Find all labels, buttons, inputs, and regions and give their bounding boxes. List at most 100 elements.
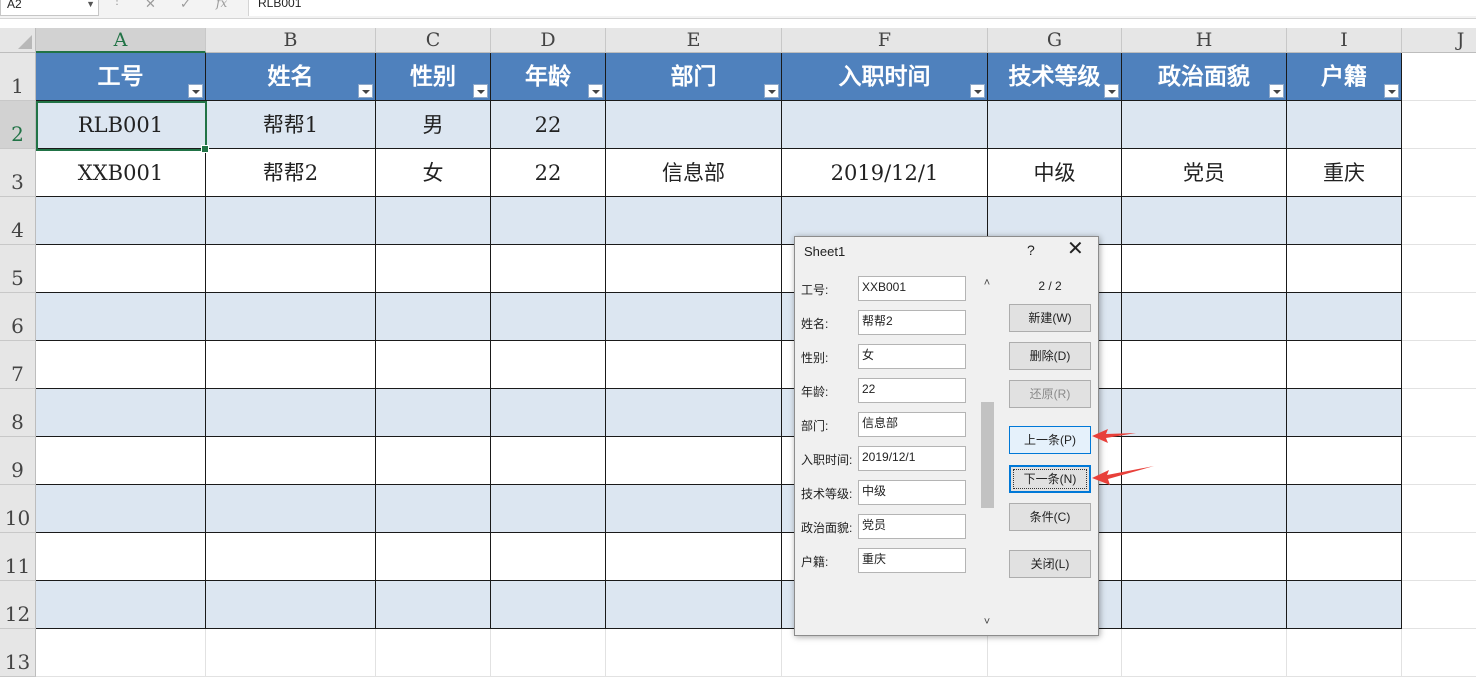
cell-j13[interactable]	[1402, 629, 1476, 677]
cell-c13[interactable]	[376, 629, 491, 677]
cell-f13[interactable]	[782, 629, 988, 677]
cell-h6[interactable]	[1122, 293, 1287, 341]
cell-e13[interactable]	[606, 629, 782, 677]
cell-b12[interactable]	[206, 581, 376, 629]
table-header-cell-d[interactable]: 年龄	[491, 53, 606, 101]
field-input[interactable]: 党员	[858, 514, 966, 539]
next-record-button[interactable]: 下一条(N)	[1009, 465, 1091, 493]
column-header-b[interactable]: B	[206, 28, 376, 53]
cell-h8[interactable]	[1122, 389, 1287, 437]
cell-i12[interactable]	[1287, 581, 1402, 629]
select-all-corner[interactable]	[0, 28, 36, 53]
cell-j3[interactable]	[1402, 149, 1476, 197]
cell-c3[interactable]: 女	[376, 149, 491, 197]
filter-dropdown-icon[interactable]	[970, 84, 985, 98]
cell-e8[interactable]	[606, 389, 782, 437]
cell-j4[interactable]	[1402, 197, 1476, 245]
row-header-10[interactable]: 10	[0, 485, 36, 533]
field-input[interactable]: 2019/12/1	[858, 446, 966, 471]
cell-d12[interactable]	[491, 581, 606, 629]
cell-d3[interactable]: 22	[491, 149, 606, 197]
cell-a7[interactable]	[36, 341, 206, 389]
cell-h7[interactable]	[1122, 341, 1287, 389]
cell-i13[interactable]	[1287, 629, 1402, 677]
cell-a4[interactable]	[36, 197, 206, 245]
filter-dropdown-icon[interactable]	[473, 84, 488, 98]
cell-d11[interactable]	[491, 533, 606, 581]
row-header-13[interactable]: 13	[0, 629, 36, 677]
cell-j5[interactable]	[1402, 245, 1476, 293]
cell-h4[interactable]	[1122, 197, 1287, 245]
scroll-down-icon[interactable]: ˅	[980, 616, 994, 632]
field-input[interactable]: 中级	[858, 480, 966, 505]
cell-b6[interactable]	[206, 293, 376, 341]
filter-dropdown-icon[interactable]	[764, 84, 779, 98]
cell-i6[interactable]	[1287, 293, 1402, 341]
column-header-c[interactable]: C	[376, 28, 491, 53]
cell-b9[interactable]	[206, 437, 376, 485]
cell-a8[interactable]	[36, 389, 206, 437]
cell-j6[interactable]	[1402, 293, 1476, 341]
function-icon[interactable]: fx	[216, 0, 227, 10]
cell-f3[interactable]: 2019/12/1	[782, 149, 988, 197]
filter-dropdown-icon[interactable]	[1104, 84, 1119, 98]
cell-d2[interactable]: 22	[491, 101, 606, 149]
row-header-11[interactable]: 11	[0, 533, 36, 581]
table-header-cell-f[interactable]: 入职时间	[782, 53, 988, 101]
cell-j1[interactable]	[1402, 53, 1476, 101]
column-header-a[interactable]: A	[36, 28, 206, 53]
row-header-1[interactable]: 1	[0, 53, 36, 101]
cell-c11[interactable]	[376, 533, 491, 581]
cell-a12[interactable]	[36, 581, 206, 629]
cell-e3[interactable]: 信息部	[606, 149, 782, 197]
cell-e9[interactable]	[606, 437, 782, 485]
column-header-j[interactable]: J	[1402, 28, 1476, 53]
record-scrollbar[interactable]: ˄ ˅	[980, 277, 994, 632]
enter-icon[interactable]: ✓	[180, 0, 191, 12]
cell-a9[interactable]	[36, 437, 206, 485]
cell-j2[interactable]	[1402, 101, 1476, 149]
cell-j8[interactable]	[1402, 389, 1476, 437]
cell-f2[interactable]	[782, 101, 988, 149]
help-icon[interactable]: ?	[1027, 242, 1035, 258]
cell-d10[interactable]	[491, 485, 606, 533]
row-header-3[interactable]: 3	[0, 149, 36, 197]
column-header-f[interactable]: F	[782, 28, 988, 53]
filter-dropdown-icon[interactable]	[588, 84, 603, 98]
cell-c12[interactable]	[376, 581, 491, 629]
cell-j10[interactable]	[1402, 485, 1476, 533]
cell-h2[interactable]	[1122, 101, 1287, 149]
table-header-cell-g[interactable]: 技术等级	[988, 53, 1122, 101]
cell-c7[interactable]	[376, 341, 491, 389]
filter-dropdown-icon[interactable]	[358, 84, 373, 98]
cell-c6[interactable]	[376, 293, 491, 341]
table-header-cell-h[interactable]: 政治面貌	[1122, 53, 1287, 101]
cell-b7[interactable]	[206, 341, 376, 389]
filter-dropdown-icon[interactable]	[188, 84, 203, 98]
cell-j9[interactable]	[1402, 437, 1476, 485]
cell-e7[interactable]	[606, 341, 782, 389]
cell-e5[interactable]	[606, 245, 782, 293]
row-header-9[interactable]: 9	[0, 437, 36, 485]
table-header-cell-i[interactable]: 户籍	[1287, 53, 1402, 101]
column-header-d[interactable]: D	[491, 28, 606, 53]
cell-b4[interactable]	[206, 197, 376, 245]
cell-h13[interactable]	[1122, 629, 1287, 677]
close-button[interactable]: 关闭(L)	[1009, 550, 1091, 578]
cell-c4[interactable]	[376, 197, 491, 245]
row-header-4[interactable]: 4	[0, 197, 36, 245]
cell-b3[interactable]: 帮帮2	[206, 149, 376, 197]
cell-c10[interactable]	[376, 485, 491, 533]
cell-e4[interactable]	[606, 197, 782, 245]
cell-a5[interactable]	[36, 245, 206, 293]
cell-j12[interactable]	[1402, 581, 1476, 629]
cell-e10[interactable]	[606, 485, 782, 533]
new-button[interactable]: 新建(W)	[1009, 304, 1091, 332]
table-header-cell-c[interactable]: 性别	[376, 53, 491, 101]
scroll-thumb[interactable]	[981, 402, 994, 508]
formula-input[interactable]: RLB001	[248, 0, 1476, 16]
cell-b10[interactable]	[206, 485, 376, 533]
cell-b13[interactable]	[206, 629, 376, 677]
field-input[interactable]: 22	[858, 378, 966, 403]
cell-i10[interactable]	[1287, 485, 1402, 533]
